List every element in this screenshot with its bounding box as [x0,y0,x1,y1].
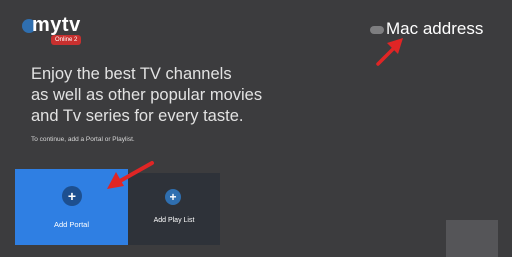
logo-text: mytv [32,14,81,36]
add-portal-label: Add Portal [53,220,90,229]
tagline: Enjoy the best TV channels as well as ot… [31,64,311,127]
add-playlist-button[interactable]: + Add Play List [128,173,220,245]
continue-hint: To continue, add a Portal or Playlist. [31,136,135,143]
add-portal-button[interactable]: + Add Portal [15,169,128,245]
tagline-line: as well as other popular movies [31,86,263,104]
tagline-line: and Tv series for every taste. [31,107,244,125]
logo-badge: Online 2 [51,35,82,45]
plus-icon: + [165,189,181,205]
mac-address-label: Mac address [386,19,484,38]
plus-icon: + [62,186,82,206]
app-logo: mytv Online 2 [22,14,92,45]
mac-address-value-blurred [370,26,384,34]
tagline-line: Enjoy the best TV channels [31,65,232,83]
corner-panel [446,220,498,257]
arrow-to-mac-address [376,38,403,66]
app-screen: mytv Online 2 Mac address Enjoy the best… [0,0,512,257]
add-playlist-label: Add Play List [153,217,195,224]
